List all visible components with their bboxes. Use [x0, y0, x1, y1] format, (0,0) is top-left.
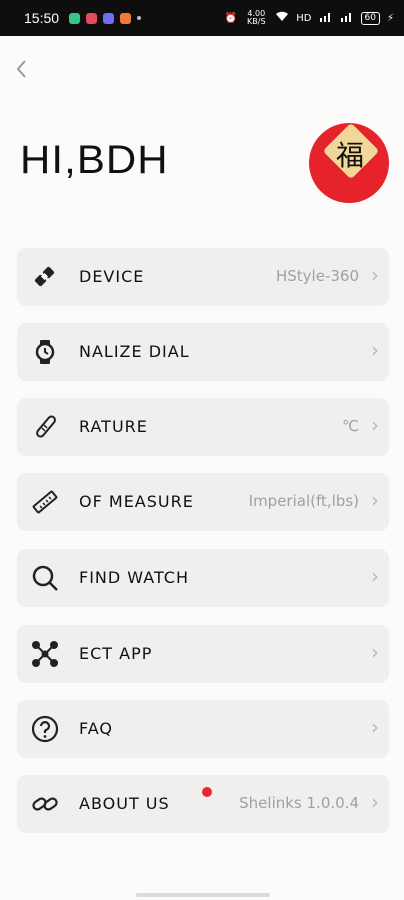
- menu-item-label: ECT APP: [79, 644, 153, 663]
- menu-item-label: FAQ: [79, 719, 113, 738]
- menu-item-unit-of-measure[interactable]: OF MEASURE Imperial(ft,lbs) ›: [17, 473, 389, 531]
- menu-item-connect-app[interactable]: ECT APP ›: [17, 625, 389, 683]
- network-speed: 4.00 KB/S: [247, 9, 266, 26]
- home-indicator[interactable]: [136, 893, 270, 897]
- app-notification-icon: [86, 12, 98, 24]
- menu-item-label: RATURE: [79, 417, 148, 436]
- app-notification-icon: [69, 12, 81, 24]
- link-icon: [31, 790, 59, 818]
- greeting-title: HI,BDH: [20, 138, 169, 182]
- battery-level: 60: [364, 12, 376, 23]
- wifi-icon: [275, 11, 289, 25]
- network-label: HD: [296, 12, 312, 24]
- menu-item-temperature[interactable]: RATURE ℃ ›: [17, 398, 389, 456]
- chevron-right-icon: ›: [371, 640, 379, 664]
- ruler-icon: [31, 488, 59, 516]
- connect-app-icon: [31, 640, 59, 668]
- chevron-left-icon: [16, 60, 26, 78]
- charging-icon: ⚡: [386, 12, 394, 24]
- signal-icon: [340, 11, 354, 25]
- status-bar: 15:50 ⏰ 4.00 KB/S HD 60 ⚡: [0, 0, 404, 36]
- search-icon: [31, 564, 59, 592]
- chevron-right-icon: ›: [371, 338, 379, 362]
- menu-item-value: HStyle-360: [276, 267, 359, 285]
- question-icon: [31, 715, 59, 743]
- avatar-glyph: 福: [335, 139, 364, 172]
- menu-item-value: Shelinks 1.0.0.4: [239, 794, 359, 812]
- menu-item-value: ℃: [342, 417, 359, 435]
- status-indicators: ⏰ 4.00 KB/S HD 60 ⚡: [225, 10, 394, 26]
- signal-icon: [319, 11, 333, 25]
- menu-item-faq[interactable]: FAQ ›: [17, 700, 389, 758]
- chevron-right-icon: ›: [371, 263, 379, 287]
- alarm-icon: ⏰: [224, 12, 238, 24]
- chevron-right-icon: ›: [371, 488, 379, 512]
- status-time: 15:50: [24, 10, 60, 26]
- menu-item-label: ABOUT US: [79, 794, 170, 813]
- menu-item-label: DEVICE: [79, 267, 145, 286]
- chevron-right-icon: ›: [371, 413, 379, 437]
- chevron-right-icon: ›: [371, 715, 379, 739]
- battery-icon: 60: [360, 11, 380, 25]
- menu-item-label: FIND WATCH: [79, 568, 189, 587]
- thermometer-icon: [31, 413, 59, 441]
- menu-item-personalize-dial[interactable]: NALIZE DIAL ›: [17, 323, 389, 381]
- more-notifications-icon: [137, 16, 142, 20]
- menu-item-label: NALIZE DIAL: [79, 342, 190, 361]
- menu-item-find-watch[interactable]: FIND WATCH ›: [17, 549, 389, 607]
- app-notification-icon: [120, 12, 132, 24]
- menu-item-label: OF MEASURE: [79, 492, 194, 511]
- chevron-right-icon: ›: [371, 564, 379, 588]
- menu-item-about-us[interactable]: ABOUT US Shelinks 1.0.0.4 ›: [17, 775, 389, 833]
- update-badge: [202, 787, 212, 797]
- avatar[interactable]: 福: [309, 123, 389, 203]
- menu-item-device[interactable]: DEVICE HStyle-360 ›: [17, 248, 389, 306]
- watch-icon: [31, 338, 59, 366]
- notification-icons: [69, 12, 142, 24]
- app-notification-icon: [103, 12, 115, 24]
- chevron-right-icon: ›: [371, 790, 379, 814]
- device-link-icon: [31, 263, 59, 291]
- menu-item-value: Imperial(ft,lbs): [248, 492, 359, 510]
- back-button[interactable]: [14, 58, 34, 78]
